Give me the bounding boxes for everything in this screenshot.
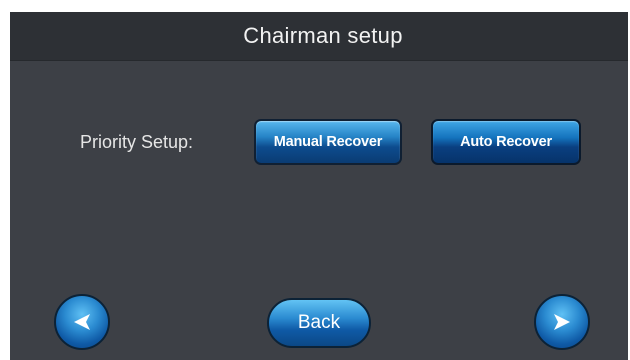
next-button[interactable] [534, 294, 590, 350]
arrow-left-icon [71, 311, 93, 333]
priority-setup-label: Priority Setup: [80, 132, 194, 152]
back-button[interactable]: Back [267, 298, 371, 348]
auto-recover-button[interactable]: Auto Recover [431, 119, 581, 165]
arrow-right-icon [551, 311, 573, 333]
manual-recover-button[interactable]: Manual Recover [254, 119, 402, 165]
back-button-label: Back [297, 312, 341, 333]
page-title: Chairman setup [243, 23, 403, 48]
chairman-setup-screen: Chairman setup Priority Setup: Manual Re… [10, 12, 628, 360]
title-bar: Chairman setup [10, 12, 628, 61]
previous-button[interactable] [54, 294, 110, 350]
